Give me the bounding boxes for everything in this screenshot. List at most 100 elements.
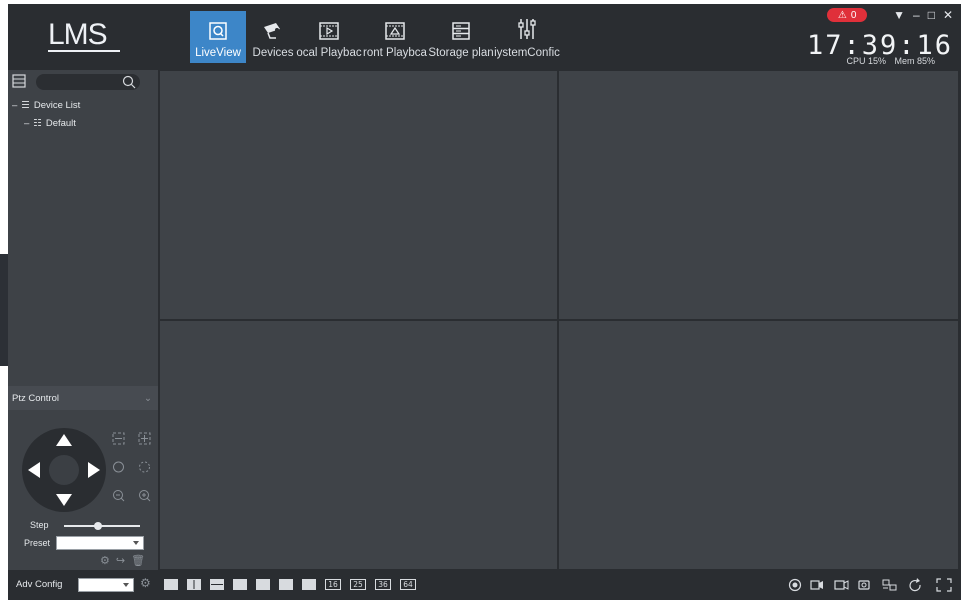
layout-64-button[interactable]: 64 — [400, 579, 416, 590]
app-logo: LMS — [48, 18, 108, 51]
layout-buttons: 16 25 36 64 — [164, 579, 416, 590]
tab-devices-label: Devices — [252, 47, 294, 59]
layout-16-button[interactable]: 16 — [325, 579, 341, 590]
bottom-bar: Adv Config ⚙ 16 25 36 64 — [8, 570, 961, 600]
device-list-icon[interactable] — [12, 74, 26, 88]
preset-select[interactable] — [56, 536, 144, 550]
video-cell-2[interactable] — [559, 71, 958, 319]
ptz-right-arrow[interactable] — [88, 462, 100, 478]
group-icon: ☷ — [33, 117, 42, 129]
layout-1-icon[interactable] — [164, 579, 178, 590]
cpu-usage: CPU 15% — [846, 56, 886, 66]
search-icon[interactable] — [122, 75, 136, 89]
camera-icon — [264, 23, 280, 39]
close-icon[interactable]: ✕ — [943, 8, 953, 22]
main-tabs: LiveView Devices ocal Playbac ront Playb… — [184, 11, 560, 69]
dropdown-icon[interactable]: ▼ — [893, 8, 905, 22]
ptz-title: Ptz Control — [12, 392, 59, 404]
ptz-dpad — [22, 428, 106, 512]
ptz-up-arrow[interactable] — [56, 434, 72, 446]
preset-actions: ⚙ ↪ 🗑 — [100, 554, 145, 567]
adv-config-select[interactable] — [78, 578, 134, 592]
zoom-out-frame-icon[interactable] — [112, 432, 125, 445]
video-grid — [159, 70, 961, 570]
focus-near-icon[interactable] — [113, 461, 124, 473]
tree-label-device-list: Device List — [33, 99, 81, 111]
collapse-icon[interactable]: – — [24, 118, 29, 129]
ptz-control: Step Preset ⚙ ↪ 🗑 — [8, 412, 158, 570]
alarm-badge[interactable]: ⚠ 0 — [827, 8, 868, 22]
snapshot-icon[interactable] — [858, 580, 870, 590]
video-icon[interactable] — [810, 580, 823, 590]
adv-config-label: Adv Config — [16, 579, 63, 590]
ptz-left-arrow[interactable] — [28, 462, 40, 478]
tab-local-playback[interactable]: ocal Playbac — [296, 11, 362, 63]
tree-item-default[interactable]: – ☷ Default — [12, 114, 80, 132]
gear-icon[interactable]: ⚙ — [140, 576, 151, 590]
trash-icon[interactable]: 🗑 — [131, 554, 145, 567]
layout-6-icon[interactable] — [256, 579, 270, 590]
device-search — [12, 73, 154, 91]
sequence-icon[interactable] — [882, 579, 897, 591]
video-cell-1[interactable] — [160, 71, 557, 319]
minimize-icon[interactable]: – — [913, 8, 920, 22]
refresh-icon[interactable] — [909, 578, 921, 592]
collapse-icon[interactable]: – — [12, 100, 17, 111]
mem-usage: Mem 85% — [894, 56, 935, 66]
tab-system-config[interactable]: iystemConfic — [494, 11, 560, 63]
iris-plus-icon[interactable] — [139, 490, 151, 502]
tree-item-device-list[interactable]: – ☰ Device List — [12, 96, 80, 114]
iris-minus-icon[interactable] — [113, 490, 125, 502]
alarm-icon: ⚠ — [837, 9, 847, 21]
liveview-icon — [209, 22, 227, 40]
list-icon: ☰ — [21, 99, 30, 111]
layout-8-icon[interactable] — [279, 579, 293, 590]
ptz-header[interactable]: Ptz Control ⌄ — [8, 386, 158, 410]
maximize-icon[interactable]: □ — [928, 8, 935, 22]
local-playback-icon — [319, 22, 339, 40]
step-label: Step — [30, 520, 49, 530]
logo-underline — [48, 50, 120, 52]
view-tools — [788, 578, 952, 592]
gear-icon[interactable]: ⚙ — [100, 554, 110, 567]
ptz-lens-controls — [112, 432, 151, 502]
tab-system-config-label: iystemConfic — [494, 47, 560, 59]
video-clip-icon[interactable] — [834, 580, 849, 590]
chevron-down-icon[interactable]: ⌄ — [144, 393, 152, 404]
tree-label-default: Default — [45, 117, 76, 129]
front-playback-icon — [385, 22, 405, 40]
video-cell-4[interactable] — [559, 321, 958, 569]
tab-front-playback-label: ront Playbca — [363, 47, 427, 59]
layout-25-button[interactable]: 25 — [350, 579, 366, 590]
alarm-count: 0 — [850, 9, 857, 21]
video-cell-3[interactable] — [160, 321, 557, 569]
zoom-in-frame-icon[interactable] — [138, 432, 151, 445]
focus-far-icon[interactable] — [139, 461, 150, 473]
ptz-down-arrow[interactable] — [56, 494, 72, 506]
layout-3-icon[interactable] — [210, 579, 224, 590]
device-tree: – ☰ Device List – ☷ Default — [12, 96, 80, 132]
call-preset-icon[interactable]: ↪ — [116, 554, 125, 567]
preset-label: Preset — [24, 538, 51, 548]
layout-9-icon[interactable] — [302, 579, 316, 590]
tab-front-playback[interactable]: ront Playbca — [362, 11, 428, 63]
system-config-icon — [518, 19, 536, 39]
record-icon[interactable] — [788, 578, 802, 592]
layout-4-icon[interactable] — [233, 579, 247, 590]
lms-window: LMS LiveView Devices ocal Playbac ront P… — [8, 4, 961, 600]
tab-storage-plan[interactable]: Storage plan — [428, 11, 494, 63]
layout-36-button[interactable]: 36 — [375, 579, 391, 590]
storage-icon — [452, 22, 470, 40]
window-controls: ⚠ 0 ▼ – □ ✕ — [827, 8, 953, 22]
step-slider[interactable] — [64, 522, 140, 530]
top-bar: LMS LiveView Devices ocal Playbac ront P… — [8, 4, 961, 70]
fullscreen-icon[interactable] — [936, 578, 952, 592]
tab-liveview[interactable]: LiveView — [190, 11, 246, 63]
system-info: CPU 15% Mem 85% — [846, 56, 935, 66]
tab-liveview-label: LiveView — [195, 47, 241, 59]
layout-2-icon[interactable] — [187, 579, 201, 590]
tab-devices[interactable]: Devices — [250, 11, 296, 63]
step-slider-knob[interactable] — [94, 522, 103, 530]
left-panel: – ☰ Device List – ☷ Default Ptz Control … — [8, 70, 159, 570]
tab-storage-plan-label: Storage plan — [428, 47, 494, 59]
